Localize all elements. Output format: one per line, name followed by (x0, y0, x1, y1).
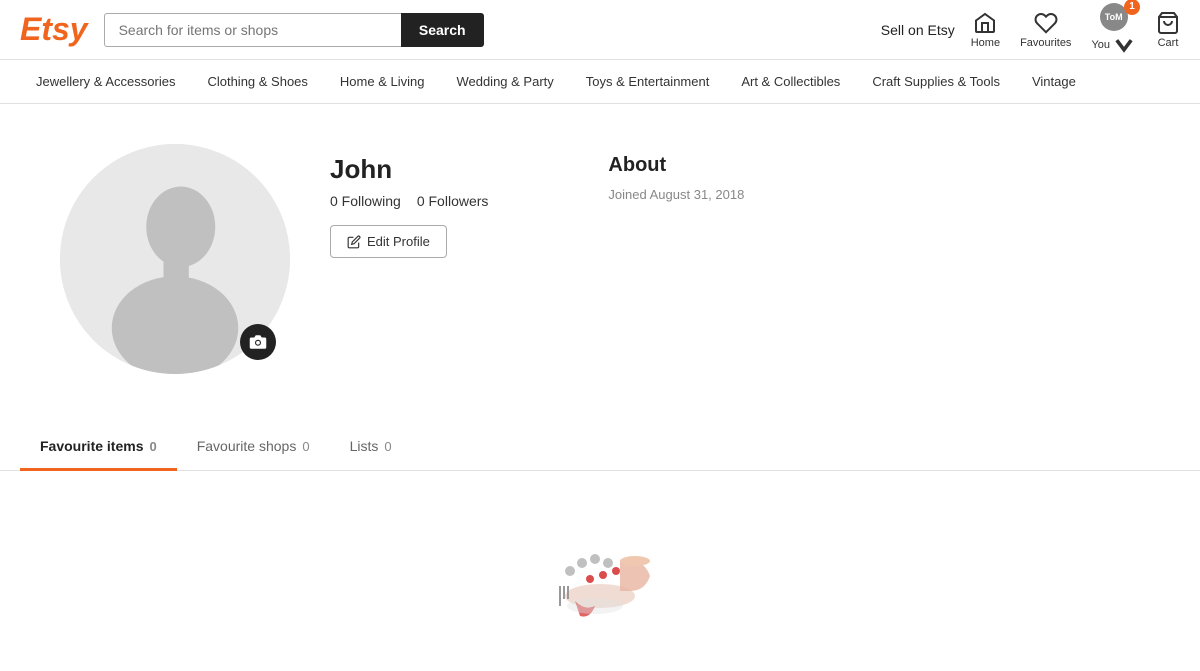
about-title: About (608, 154, 744, 177)
home-label: Home (971, 37, 1000, 49)
nav-craft[interactable]: Craft Supplies & Tools (856, 60, 1016, 103)
you-nav-item[interactable]: ToM 1 You (1091, 3, 1136, 57)
camera-icon (249, 333, 267, 351)
tab-lists[interactable]: Lists 0 (330, 424, 412, 471)
avatar-wrapper (60, 144, 290, 374)
search-input[interactable] (104, 13, 401, 47)
cart-nav-item[interactable]: Cart (1156, 11, 1180, 49)
tab-favourite-shops[interactable]: Favourite shops 0 (177, 424, 330, 471)
cart-icon (1156, 11, 1180, 35)
nav-vintage[interactable]: Vintage (1016, 60, 1092, 103)
edit-profile-button[interactable]: Edit Profile (330, 225, 447, 258)
sell-on-etsy-link[interactable]: Sell on Etsy (881, 22, 955, 38)
search-button[interactable]: Search (401, 13, 484, 47)
edit-profile-label: Edit Profile (367, 234, 430, 249)
nav-jewellery[interactable]: Jewellery & Accessories (20, 60, 191, 103)
profile-name: John (330, 154, 488, 185)
about-joined: Joined August 31, 2018 (608, 187, 744, 202)
tab-favourite-shops-count: 0 (302, 439, 309, 454)
you-badge: 1 (1124, 0, 1140, 15)
tab-favourite-shops-label: Favourite shops (197, 438, 297, 454)
header-nav-icons: Home Favourites ToM 1 You (971, 3, 1180, 57)
heart-icon (1034, 11, 1058, 35)
header: Etsy Search Sell on Etsy Home Favourites… (0, 0, 1200, 60)
following-count[interactable]: 0 Following (330, 193, 401, 209)
camera-button[interactable] (240, 324, 276, 360)
nav-clothing[interactable]: Clothing & Shoes (191, 60, 323, 103)
profile-info: John 0 Following 0 Followers Edit Profil… (330, 144, 488, 258)
nav-toys[interactable]: Toys & Entertainment (570, 60, 726, 103)
cart-label: Cart (1158, 37, 1179, 49)
tab-favourite-items-count: 0 (149, 439, 156, 454)
avatar-initials: ToM (1105, 12, 1123, 22)
tabs: Favourite items 0 Favourite shops 0 List… (0, 424, 1200, 470)
tab-favourite-items-label: Favourite items (40, 438, 143, 454)
search-bar: Search (104, 13, 484, 47)
main-content (0, 471, 1200, 671)
profile-section: John 0 Following 0 Followers Edit Profil… (0, 104, 1200, 414)
home-icon (973, 11, 997, 35)
nav-home[interactable]: Home & Living (324, 60, 441, 103)
about-section: About Joined August 31, 2018 (608, 144, 744, 202)
logo[interactable]: Etsy (20, 11, 88, 48)
nav-art[interactable]: Art & Collectibles (725, 60, 856, 103)
tab-lists-count: 0 (384, 439, 391, 454)
followers-count[interactable]: 0 Followers (417, 193, 489, 209)
home-nav-item[interactable]: Home (971, 11, 1000, 49)
favourites-label: Favourites (1020, 37, 1071, 49)
tab-lists-label: Lists (350, 438, 379, 454)
nav-wedding[interactable]: Wedding & Party (440, 60, 569, 103)
tabs-container: Favourite items 0 Favourite shops 0 List… (0, 424, 1200, 471)
chevron-down-icon (1112, 33, 1136, 57)
tab-favourite-items[interactable]: Favourite items 0 (20, 424, 177, 471)
empty-state-illustration (520, 511, 680, 631)
pencil-icon (347, 235, 361, 249)
profile-stats: 0 Following 0 Followers (330, 193, 488, 209)
you-label: You (1091, 33, 1136, 57)
category-nav: Jewellery & Accessories Clothing & Shoes… (0, 60, 1200, 104)
favourites-nav-item[interactable]: Favourites (1020, 11, 1071, 49)
